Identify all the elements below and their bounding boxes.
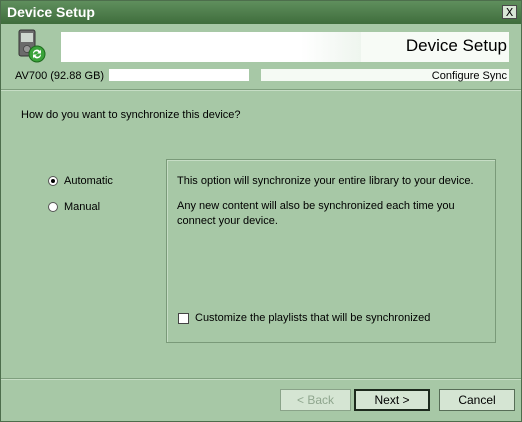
- description-line-2: Any new content will also be synchronize…: [177, 200, 455, 227]
- customize-playlists-option[interactable]: Customize the playlists that will be syn…: [178, 312, 430, 324]
- header-title: Device Setup: [405, 36, 507, 55]
- dialog-header: Device Setup AV700 (92.88 GB) Configure …: [1, 24, 521, 86]
- header-divider: [1, 89, 521, 91]
- device-name: AV700 (92.88 GB): [15, 70, 105, 82]
- title-bar[interactable]: Device Setup X: [1, 1, 521, 24]
- sync-question: How do you want to synchronize this devi…: [21, 109, 241, 121]
- customize-playlists-label: Customize the playlists that will be syn…: [195, 312, 431, 324]
- automatic-radio[interactable]: [48, 176, 58, 186]
- manual-radio[interactable]: [48, 202, 58, 212]
- manual-label: Manual: [64, 201, 101, 213]
- window-title: Device Setup: [7, 4, 95, 20]
- device-setup-dialog: Device Setup X Device Setup AV700 (92.88…: [0, 0, 522, 422]
- sync-device-icon: [18, 29, 46, 63]
- automatic-label: Automatic: [64, 175, 113, 187]
- close-button[interactable]: X: [502, 5, 517, 19]
- back-button[interactable]: < Back: [280, 389, 351, 411]
- device-info-bar: [109, 69, 249, 81]
- next-button[interactable]: Next >: [354, 389, 430, 411]
- manual-option[interactable]: Manual: [48, 201, 100, 213]
- header-banner: [61, 32, 361, 62]
- footer-divider: [1, 378, 521, 380]
- automatic-option[interactable]: Automatic: [48, 175, 113, 187]
- description-line-1: This option will synchronize your entire…: [177, 175, 474, 187]
- cancel-button[interactable]: Cancel: [439, 389, 515, 411]
- customize-playlists-checkbox[interactable]: [178, 312, 189, 324]
- step-label: Configure Sync: [431, 70, 507, 82]
